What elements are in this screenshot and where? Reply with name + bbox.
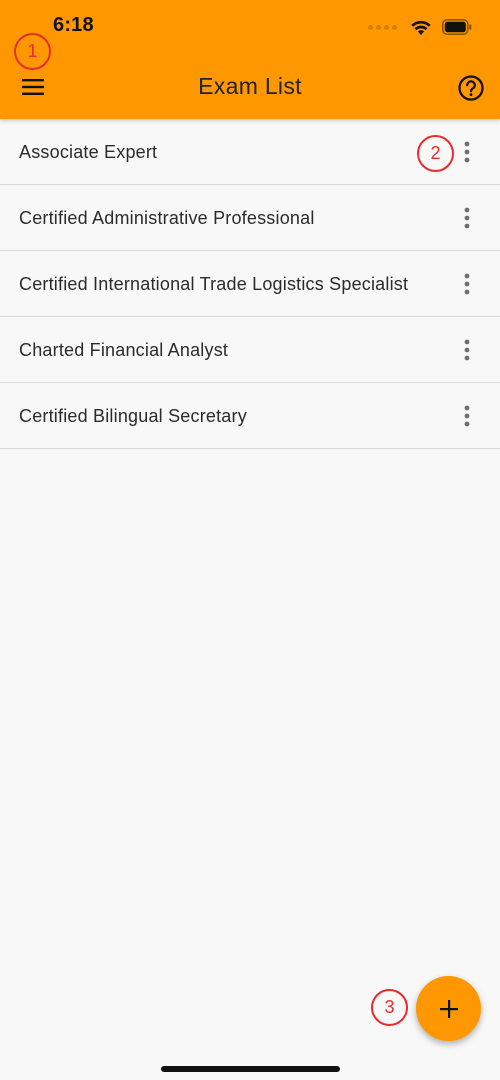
wifi-icon — [411, 20, 431, 35]
app-bar: 6:18 Exam List — [0, 0, 500, 119]
exam-name: Certified Administrative Professional — [19, 207, 315, 228]
more-options-button[interactable] — [455, 270, 479, 298]
home-indicator[interactable] — [161, 1066, 340, 1072]
more-vertical-icon — [464, 405, 470, 426]
more-vertical-icon — [464, 207, 470, 228]
annotation-marker-1: 1 — [14, 33, 51, 70]
help-circle-icon — [458, 75, 484, 101]
help-button[interactable] — [457, 74, 485, 102]
more-options-button[interactable] — [455, 336, 479, 364]
cellular-signal-icon — [368, 24, 400, 30]
more-vertical-icon — [464, 141, 470, 162]
exam-name: Certified International Trade Logistics … — [19, 273, 409, 294]
more-vertical-icon — [464, 273, 470, 294]
list-item[interactable]: Certified Bilingual Secretary — [0, 383, 500, 449]
more-options-button[interactable] — [455, 204, 479, 232]
page-title: Exam List — [198, 73, 302, 99]
annotation-marker-2: 2 — [417, 135, 454, 172]
list-item[interactable]: Certified International Trade Logistics … — [0, 251, 500, 317]
exam-name: Associate Expert — [19, 141, 158, 162]
exam-name: Charted Financial Analyst — [19, 339, 229, 360]
list-item[interactable]: Charted Financial Analyst — [0, 317, 500, 383]
add-exam-button[interactable] — [416, 976, 481, 1041]
plus-icon — [439, 999, 458, 1018]
status-icons — [368, 16, 472, 38]
annotation-marker-3: 3 — [371, 989, 408, 1026]
more-vertical-icon — [464, 339, 470, 360]
more-options-button[interactable] — [455, 402, 479, 430]
list-item[interactable]: Certified Administrative Professional — [0, 185, 500, 251]
status-time: 6:18 — [53, 14, 94, 36]
more-options-button[interactable] — [455, 138, 479, 166]
battery-icon — [442, 19, 472, 35]
exam-name: Certified Bilingual Secretary — [19, 405, 247, 426]
